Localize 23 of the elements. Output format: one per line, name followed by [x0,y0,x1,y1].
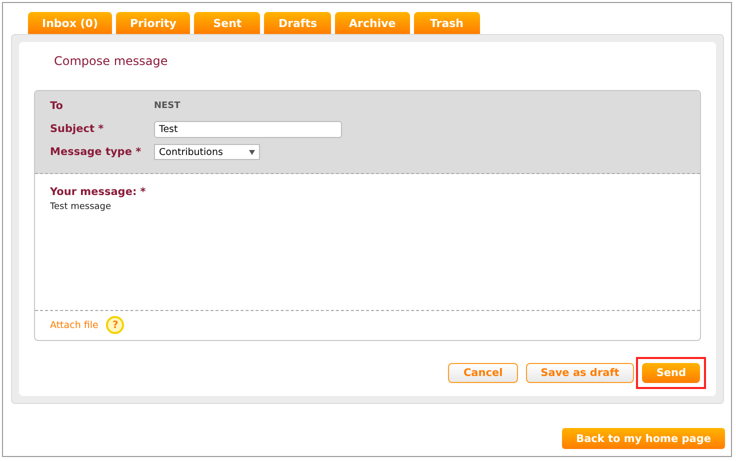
send-button[interactable]: Send [642,363,700,383]
tab[interactable]: Inbox (0) [28,12,112,34]
action-button[interactable]: Cancel [448,363,518,383]
home-button[interactable]: Back to my home page [562,428,725,449]
subject-field[interactable]: Test [154,120,342,138]
message-area[interactable]: Your message: * Test message [35,174,700,311]
message-label: Your message: * [50,186,147,198]
message-type-dropdown[interactable]: Contributions [154,144,260,160]
action-button[interactable]: Save as draft [526,363,634,383]
field-label: To [50,100,64,112]
tab[interactable]: Priority [116,12,190,34]
help-icon[interactable]: ? [106,316,124,334]
tab[interactable]: Trash [414,12,480,34]
attach-file-link[interactable]: Attach file [50,320,98,330]
message-text: Test message [50,202,112,212]
field-label: Message type * [50,146,142,158]
tab[interactable]: Sent [194,12,260,34]
field-label: Subject * [50,123,105,135]
tab[interactable]: Drafts [264,12,332,34]
caret-icon [249,150,255,154]
page-title: Compose message [54,54,169,68]
tab[interactable]: Archive [335,12,410,34]
recipient-text: NEST [154,101,180,111]
